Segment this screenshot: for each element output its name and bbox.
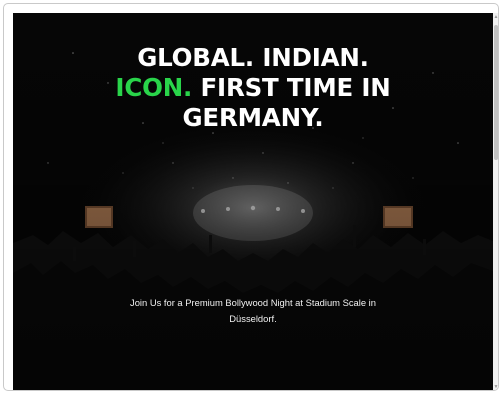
hero-headline: GLOBAL. INDIAN. ICON. FIRST TIME IN GERM… [13, 43, 493, 133]
browser-viewport: GLOBAL. INDIAN. ICON. FIRST TIME IN GERM… [3, 3, 499, 391]
headline-accent-text: ICON. [115, 73, 193, 102]
scroll-up-arrow-icon[interactable]: ▲ [493, 13, 498, 21]
hero-tagline: Join Us for a Premium Bollywood Night at… [103, 295, 403, 327]
hero-section: GLOBAL. INDIAN. ICON. FIRST TIME IN GERM… [13, 13, 493, 390]
scroll-down-arrow-icon[interactable]: ▼ [493, 383, 498, 390]
tagline-line-2: Düsseldorf. [229, 313, 277, 324]
headline-line-3: GERMANY. [182, 103, 324, 132]
headline-line-2-rest: FIRST TIME IN [192, 73, 391, 102]
headline-line-2: ICON. FIRST TIME IN [13, 73, 493, 103]
headline-line-1: GLOBAL. INDIAN. [137, 43, 369, 72]
tagline-line-1: Join Us for a Premium Bollywood Night at… [130, 297, 376, 308]
scrollbar-thumb[interactable] [494, 25, 498, 160]
vertical-scrollbar[interactable]: ▲ ▼ [493, 13, 498, 390]
